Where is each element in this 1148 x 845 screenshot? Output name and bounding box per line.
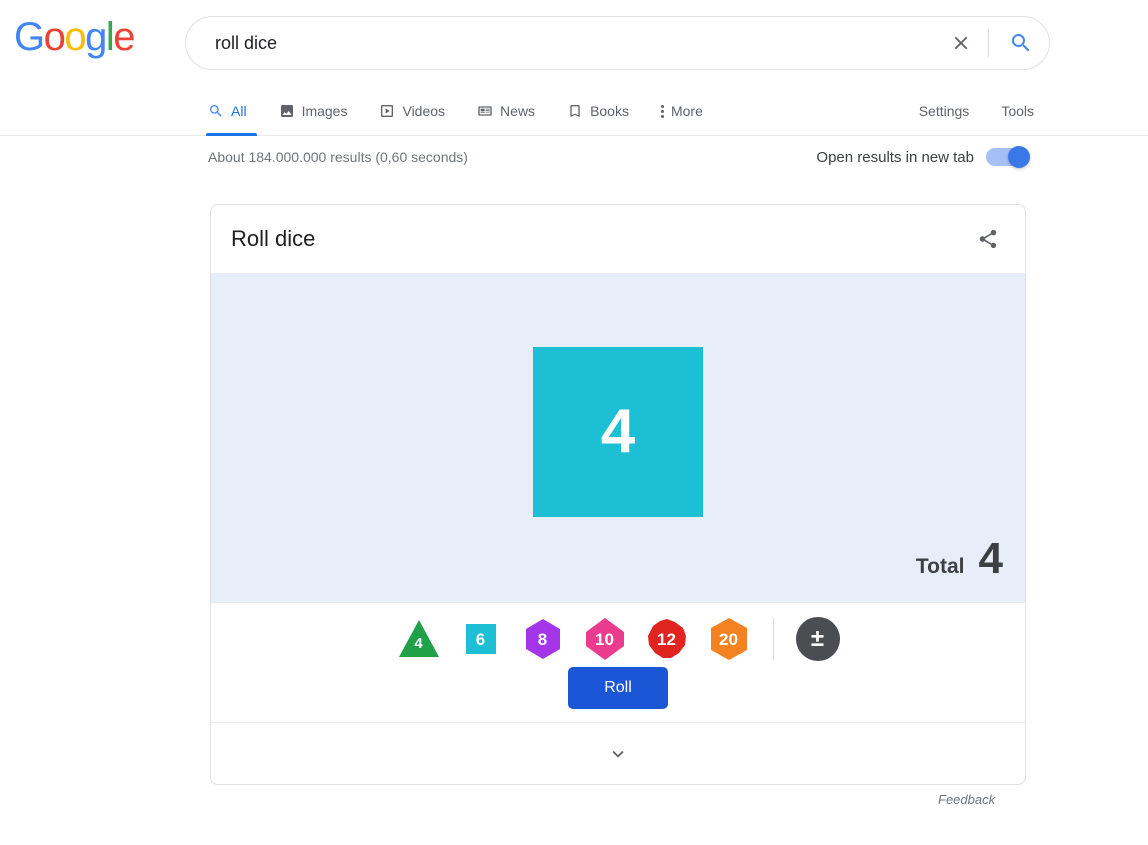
tools-button[interactable]: Tools: [985, 86, 1050, 136]
die-option-label: 20: [719, 631, 738, 648]
roll-button-wrap: Roll: [211, 667, 1025, 709]
die-option-d4[interactable]: 4: [397, 617, 441, 661]
share-button[interactable]: [971, 222, 1005, 256]
tab-label: Books: [590, 103, 629, 119]
search-icon: [208, 103, 224, 119]
total-label: Total: [916, 555, 965, 579]
settings-button[interactable]: Settings: [911, 86, 986, 136]
die-option-d8[interactable]: 8: [521, 617, 565, 661]
logo-letter: g: [85, 15, 106, 59]
die-option-label: 4: [414, 636, 422, 651]
tab-news[interactable]: News: [461, 86, 551, 136]
logo-letter: o: [64, 15, 85, 59]
results-nav: All Images Videos News: [0, 86, 1148, 136]
search-submit-button[interactable]: [993, 20, 1049, 66]
share-icon: [977, 228, 999, 250]
dice-roller-widget: Roll dice 4 Total 4 4: [210, 204, 1026, 785]
tab-all[interactable]: All: [200, 86, 263, 136]
die-option-label: 8: [538, 631, 547, 648]
tools-label: Tools: [1001, 103, 1034, 119]
total-display: Total 4: [916, 537, 1003, 581]
clear-search-button[interactable]: [938, 20, 984, 66]
total-value: 4: [979, 537, 1003, 581]
settings-label: Settings: [919, 103, 970, 119]
search-divider: [988, 29, 989, 57]
video-icon: [379, 103, 395, 119]
tab-books[interactable]: Books: [551, 86, 645, 136]
news-icon: [477, 103, 493, 119]
logo-letter: G: [14, 15, 44, 59]
die-option-d10[interactable]: 10: [583, 617, 627, 661]
die-option-label: 12: [657, 631, 676, 648]
tab-videos[interactable]: Videos: [363, 86, 461, 136]
nav-right-actions: Settings Tools: [911, 86, 1050, 136]
tab-label: News: [500, 103, 535, 119]
die-option-d20[interactable]: 20: [707, 617, 751, 661]
google-logo[interactable]: Google: [14, 17, 134, 57]
open-new-tab-toggle[interactable]: [986, 146, 1030, 168]
rolled-die-value: 4: [601, 401, 635, 463]
die-option-d12[interactable]: 12: [645, 617, 689, 661]
dice-result-stage: 4 Total 4: [211, 273, 1025, 602]
toggle-label: Open results in new tab: [816, 149, 974, 166]
tab-label: All: [231, 103, 247, 119]
search-results-page: Google All: [0, 0, 1148, 845]
open-in-new-tab-control[interactable]: Open results in new tab: [816, 146, 1030, 168]
tab-label: Videos: [402, 103, 445, 119]
search-input[interactable]: [186, 33, 938, 54]
more-vert-icon: [661, 105, 664, 118]
dice-type-picker: 4 6 8 10: [211, 602, 1025, 722]
close-icon: [950, 32, 972, 54]
logo-letter: e: [113, 15, 134, 59]
dice-options-row: 4 6 8 10: [211, 603, 1025, 661]
die-option-label: 6: [476, 631, 485, 648]
plus-minus-label: ±: [811, 627, 824, 651]
die-option-d6[interactable]: 6: [459, 617, 503, 661]
nav-tabs: All Images Videos News: [200, 86, 719, 136]
tab-label: Images: [302, 103, 348, 119]
toggle-knob: [1008, 146, 1030, 168]
search-icon: [1009, 31, 1033, 55]
result-count: About 184.000.000 results (0,60 seconds): [208, 149, 468, 165]
results-stats-row: About 184.000.000 results (0,60 seconds)…: [0, 136, 1148, 184]
search-bar: [185, 16, 1050, 70]
logo-letter: o: [44, 15, 65, 59]
rolled-die: 4: [533, 347, 703, 517]
chevron-down-icon: [607, 743, 629, 765]
image-icon: [279, 103, 295, 119]
tab-more[interactable]: More: [645, 86, 719, 136]
widget-title: Roll dice: [231, 226, 315, 252]
book-icon: [567, 103, 583, 119]
die-option-label: 10: [595, 631, 614, 648]
picker-divider: [773, 618, 774, 660]
tab-label: More: [671, 103, 703, 119]
tab-images[interactable]: Images: [263, 86, 364, 136]
page-header: Google: [0, 0, 1148, 86]
roll-button[interactable]: Roll: [568, 667, 668, 709]
widget-header: Roll dice: [211, 205, 1025, 273]
feedback-link[interactable]: Feedback: [938, 792, 995, 807]
expand-widget-button[interactable]: [211, 722, 1025, 784]
plus-minus-button[interactable]: ±: [796, 617, 840, 661]
